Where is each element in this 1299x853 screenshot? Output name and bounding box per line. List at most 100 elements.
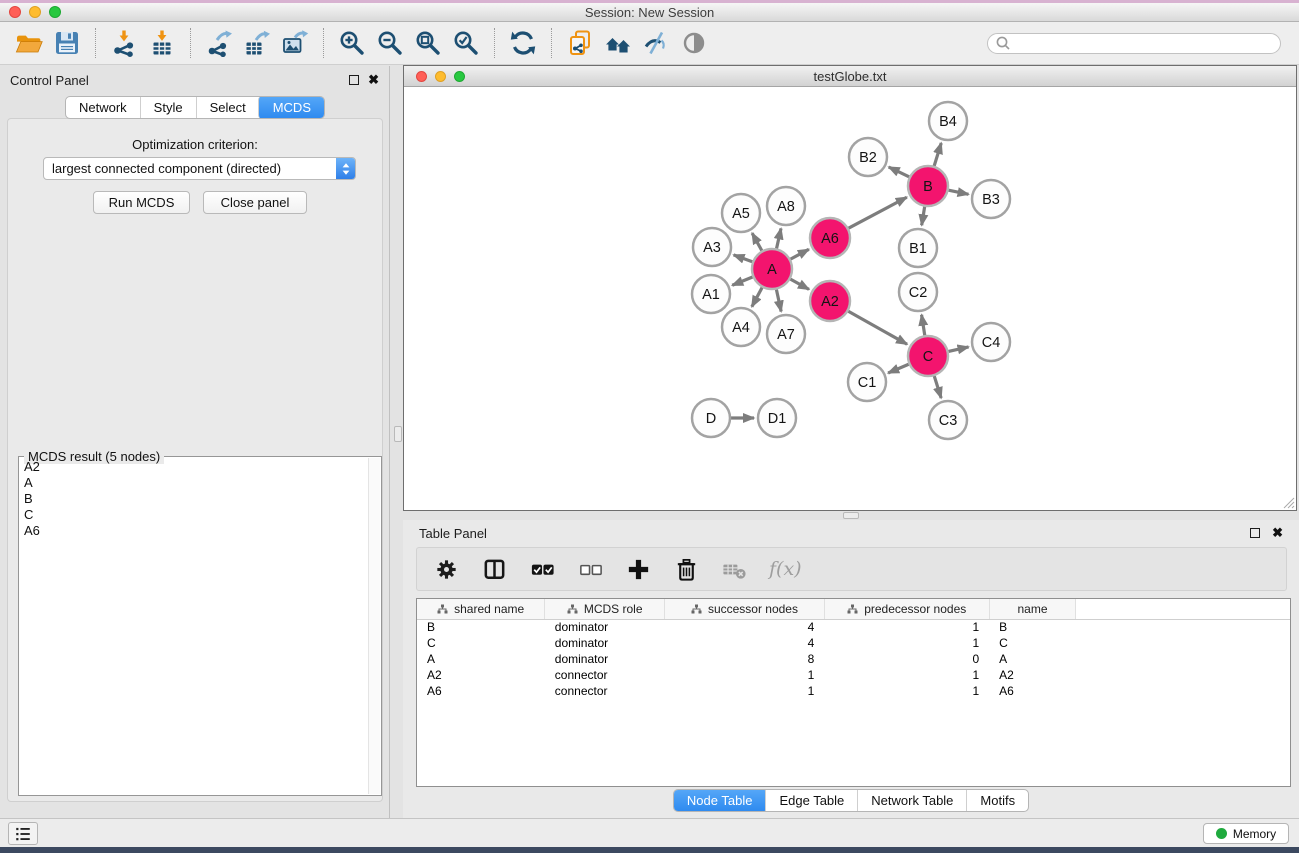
graph-node-C4[interactable]: C4 (972, 323, 1010, 361)
graph-node-C2[interactable]: C2 (899, 273, 937, 311)
zoom-in-button[interactable] (333, 25, 371, 61)
column-settings-button[interactable] (433, 556, 460, 583)
table-tab-motifs[interactable]: Motifs (966, 790, 1028, 811)
graph-edge-C-C3[interactable] (934, 376, 941, 398)
close-panel-button[interactable]: Close panel (203, 191, 307, 214)
graph-node-A5[interactable]: A5 (722, 194, 760, 232)
graph-node-A1[interactable]: A1 (692, 275, 730, 313)
zoom-selected-button[interactable] (447, 25, 485, 61)
task-history-button[interactable] (8, 822, 38, 845)
refresh-layout-button[interactable] (504, 25, 542, 61)
float-table-panel-icon[interactable] (1250, 528, 1260, 538)
graph-edge-A-A4[interactable] (752, 288, 762, 307)
mcds-result-item[interactable]: C (20, 507, 367, 523)
export-network-button[interactable] (200, 25, 238, 61)
select-all-checks-button[interactable] (529, 556, 556, 583)
mcds-result-item[interactable]: A (20, 475, 367, 491)
graph-node-C3[interactable]: C3 (929, 401, 967, 439)
graph-node-B4[interactable]: B4 (929, 102, 967, 140)
column-header-predecessor-nodes[interactable]: predecessor nodes (824, 599, 989, 619)
column-header-name[interactable]: name (989, 599, 1076, 619)
graph-node-A2[interactable]: A2 (810, 281, 850, 321)
graph-edge-C-C4[interactable] (948, 347, 968, 351)
float-panel-icon[interactable] (349, 75, 359, 85)
table-row[interactable]: A6connector11A6 (417, 683, 1290, 699)
delete-button[interactable] (673, 556, 700, 583)
graph-node-B3[interactable]: B3 (972, 180, 1010, 218)
criterion-dropdown[interactable]: largest connected component (directed) (43, 157, 356, 180)
save-session-button[interactable] (48, 25, 86, 61)
table-tab-network-table[interactable]: Network Table (857, 790, 966, 811)
export-table-button[interactable] (238, 25, 276, 61)
search-box[interactable] (987, 33, 1281, 54)
export-image-button[interactable] (276, 25, 314, 61)
graph-edge-B-B2[interactable] (889, 167, 909, 177)
graph-edge-A-A5[interactable] (752, 233, 762, 251)
close-table-panel-icon[interactable]: ✖ (1272, 528, 1283, 538)
graph-node-A8[interactable]: A8 (767, 187, 805, 225)
graph-node-A4[interactable]: A4 (722, 308, 760, 346)
column-header-shared-name[interactable]: shared name (417, 599, 545, 619)
memory-button[interactable]: Memory (1203, 823, 1289, 844)
graph-node-D1[interactable]: D1 (758, 399, 796, 437)
network-canvas[interactable]: B4 B2 B B3 A5A8A6 B1 A3 A C2 A1 A2 A4A7 C4 C C1 C3 D D1 (404, 87, 1296, 510)
tab-style[interactable]: Style (140, 97, 196, 118)
import-network-button[interactable] (105, 25, 143, 61)
graph-edge-A-A6[interactable] (791, 249, 809, 259)
graph-node-A3[interactable]: A3 (693, 228, 731, 266)
graph-node-C[interactable]: C (908, 336, 948, 376)
mcds-result-item[interactable]: A6 (20, 523, 367, 539)
graph-node-A7[interactable]: A7 (767, 315, 805, 353)
mcds-result-scrollbar[interactable] (368, 458, 380, 794)
mcds-result-item[interactable]: A2 (20, 459, 367, 475)
tab-mcds[interactable]: MCDS (258, 96, 325, 119)
graph-node-B1[interactable]: B1 (899, 229, 937, 267)
search-input[interactable] (1011, 35, 1280, 52)
tab-network[interactable]: Network (66, 97, 140, 118)
run-mcds-button[interactable]: Run MCDS (93, 191, 190, 214)
graph-node-B[interactable]: B (908, 166, 948, 206)
hide-graphics-details-button[interactable] (637, 25, 675, 61)
column-header-MCDS-role[interactable]: MCDS role (545, 599, 665, 619)
tab-select[interactable]: Select (196, 97, 259, 118)
graph-edge-A-A1[interactable] (732, 277, 752, 285)
clear-all-checks-button[interactable] (577, 556, 604, 583)
resize-grip-icon[interactable] (1281, 495, 1295, 509)
add-button[interactable] (625, 556, 652, 583)
show-graphics-details-button[interactable] (675, 25, 713, 61)
graph-node-B2[interactable]: B2 (849, 138, 887, 176)
graph-edge-A6-B[interactable] (849, 197, 907, 228)
clone-network-button[interactable] (561, 25, 599, 61)
table-row[interactable]: A2connector11A2 (417, 667, 1290, 683)
network-window-titlebar[interactable]: testGlobe.txt (404, 66, 1296, 87)
graph-edge-C-C2[interactable] (922, 315, 925, 336)
graph-edge-A-A3[interactable] (734, 255, 753, 262)
zoom-out-button[interactable] (371, 25, 409, 61)
mcds-result-item[interactable]: B (20, 491, 367, 507)
import-table-button[interactable] (143, 25, 181, 61)
graph-edge-A-A2[interactable] (790, 279, 809, 289)
column-header-successor-nodes[interactable]: successor nodes (665, 599, 825, 619)
open-session-button[interactable] (10, 25, 48, 61)
graph-edge-B-B3[interactable] (949, 190, 969, 194)
table-tab-edge-table[interactable]: Edge Table (765, 790, 857, 811)
graph-node-A6[interactable]: A6 (810, 218, 850, 258)
graph-node-A[interactable]: A (752, 249, 792, 289)
table-row[interactable]: Adominator80A (417, 651, 1290, 667)
table-row[interactable]: Cdominator41C (417, 635, 1290, 651)
graph-edge-C-C1[interactable] (888, 364, 909, 373)
horizontal-split-handle[interactable] (843, 512, 859, 519)
table-row[interactable]: Bdominator41B (417, 619, 1290, 635)
close-panel-icon[interactable]: ✖ (368, 75, 379, 85)
zoom-fit-button[interactable] (409, 25, 447, 61)
show-columns-button[interactable] (481, 556, 508, 583)
home-button[interactable] (599, 25, 637, 61)
graph-node-C1[interactable]: C1 (848, 363, 886, 401)
vertical-split-handle[interactable] (394, 426, 402, 442)
graph-node-D[interactable]: D (692, 399, 730, 437)
table-tab-node-table[interactable]: Node Table (673, 789, 767, 812)
graph-edge-A2-C[interactable] (848, 311, 907, 344)
graph-edge-A-A8[interactable] (777, 228, 781, 248)
graph-edge-A-A7[interactable] (776, 290, 781, 312)
graph-edge-B-B4[interactable] (934, 143, 941, 166)
